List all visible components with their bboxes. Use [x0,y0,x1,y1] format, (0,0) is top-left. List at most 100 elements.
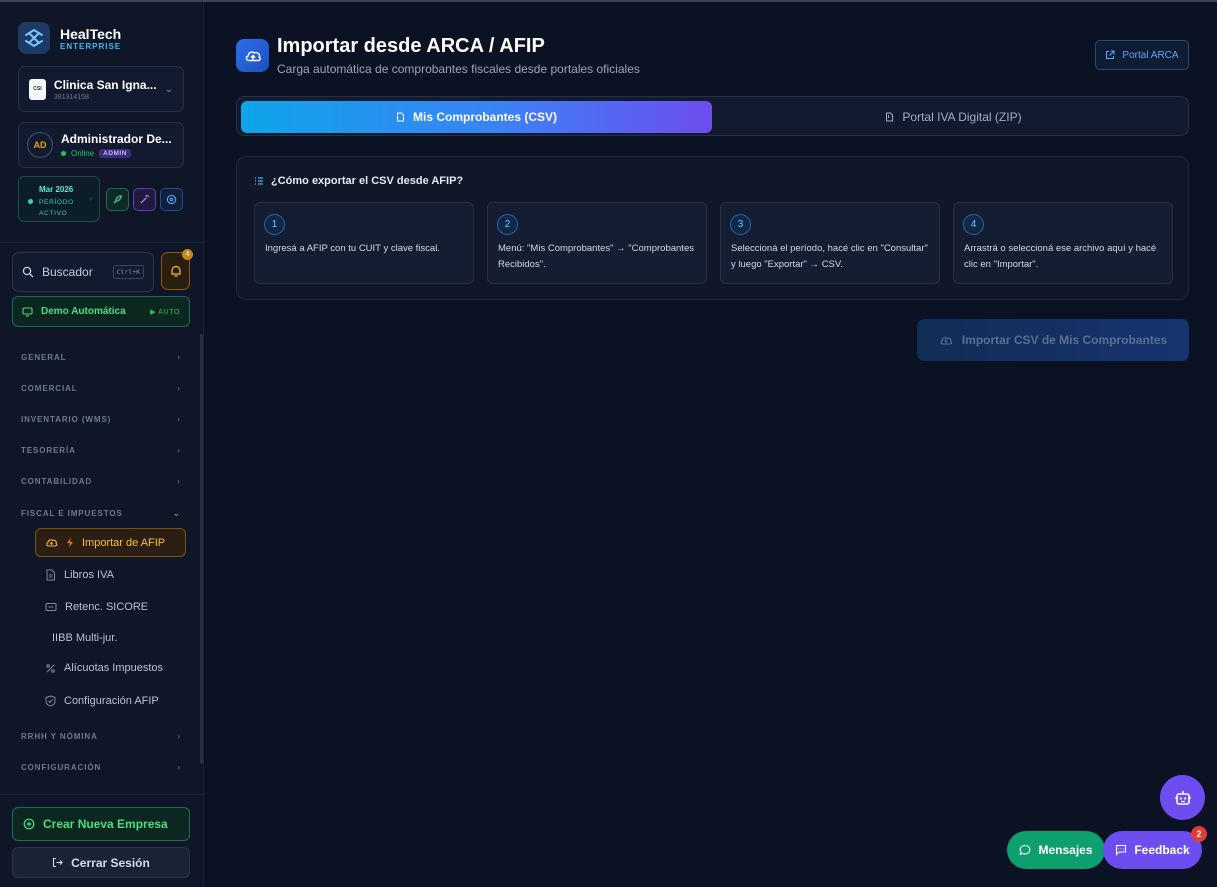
rocket-button[interactable] [106,188,129,211]
create-company-button[interactable]: Crear Nueva Empresa [12,807,190,841]
chevron-right-icon: › [177,762,181,772]
nav-item-label: Configuración AFIP [64,695,159,707]
demo-auto-button[interactable]: Demo Automática ▶ AUTO [12,296,190,327]
nav-item-importar-afip[interactable]: Importar de AFIP [35,528,186,557]
company-logo: CSI [29,78,46,100]
nav-item-label: Alícuotas Impuestos [64,662,164,674]
nav-section-tesoreria[interactable]: TESORERÍA › [21,445,181,455]
archive-icon [886,112,894,122]
company-name: Clinica San Igna... [53,77,157,92]
create-company-label: Crear Nueva Empresa [43,817,168,831]
chevron-right-icon: › [177,731,181,741]
chevron-right-icon: › [177,352,181,362]
sidebar: HealTech ENTERPRISE CSI Clinica San Igna… [0,2,204,887]
notifications-button[interactable]: 4 [161,249,193,290]
logout-icon [53,857,63,868]
search-icon [22,266,34,278]
tab-label: Mis Comprobantes (CSV) [412,110,557,124]
nav-section-comercial[interactable]: COMERCIAL › [21,383,181,393]
instructions-panel: ¿Cómo exportar el CSV desde AFIP? 1 Ingr… [236,156,1189,300]
nav-item-alicuotas[interactable]: Alícuotas Impuestos [45,662,163,674]
tab-portal-iva[interactable]: Portal IVA Digital (ZIP) [721,101,1186,133]
rocket-icon [113,195,122,204]
tab-label: Portal IVA Digital (ZIP) [902,110,1022,124]
period-label: PERÍODO ACTIVO [39,199,74,217]
step-number: 2 [497,214,518,235]
online-status-icon [61,151,66,156]
document-icon [46,569,55,581]
nav-item-iibb[interactable]: IIBB Multi-jur. [52,632,117,644]
brand-name: HealTech [60,25,122,42]
role-badge: ADMIN [99,149,131,158]
demo-mode: ▶ AUTO [150,308,180,316]
feedback-button[interactable]: Feedback [1103,831,1202,869]
instruction-step: 4 Arrastrá o seleccioná ese archivo aquí… [953,202,1173,284]
assistant-bot-button[interactable] [1160,775,1205,820]
help-button[interactable] [160,188,183,211]
cloud-upload-icon [46,539,58,547]
feedback-count-badge: 2 [1191,826,1207,842]
search-button[interactable]: Buscador Ctrl+K [12,252,154,292]
page-subtitle: Carga automática de comprobantes fiscale… [277,62,640,76]
period-status-icon [28,199,33,204]
notification-count: 4 [182,249,193,260]
period-month: Mar 2026 [39,185,74,194]
brand-edition: ENTERPRISE [60,41,122,51]
nav-item-config-afip[interactable]: Configuración AFIP [45,695,159,707]
search-shortcut: Ctrl+K [112,265,144,279]
instruction-step: 1 Ingresá a AFIP con tu CUIT y clave fis… [254,202,474,284]
avatar: AD [27,132,53,158]
chevron-right-icon: › [177,383,181,393]
import-source-tabs: Mis Comprobantes (CSV) Portal IVA Digita… [236,96,1189,136]
tab-mis-comprobantes[interactable]: Mis Comprobantes (CSV) [241,101,712,133]
sidebar-divider [0,242,203,243]
chevron-down-icon: ⌄ [164,83,173,95]
nav-section-contabilidad[interactable]: CONTABILIDAD › [21,476,181,486]
nav-section-rrhh[interactable]: RRHH Y NÓMINA › [21,731,181,741]
message-square-icon [1116,844,1127,856]
nav-item-label: IIBB Multi-jur. [52,632,118,644]
nav-item-retenc-sicore[interactable]: Retenc. SICORE [45,601,148,613]
portal-arca-button[interactable]: Portal ARCA [1095,40,1189,70]
healtech-logo-icon [18,22,50,54]
import-csv-button[interactable]: Importar CSV de Mis Comprobantes [917,319,1189,361]
chevron-right-icon: › [177,476,181,486]
nav-item-libros-iva[interactable]: Libros IVA [45,569,114,581]
brand[interactable]: HealTech ENTERPRISE [18,22,121,54]
chevron-right-icon: › [177,414,181,424]
logout-label: Cerrar Sesión [71,855,150,870]
cloud-upload-icon [940,337,952,345]
chevron-right-icon: › [177,445,181,455]
shield-icon [45,695,56,707]
magic-wand-icon [140,194,150,204]
user-status: Online [71,149,95,158]
active-period-selector[interactable]: Mar 2026 PERÍODO ACTIVO › [18,176,100,222]
nav-section-fiscal[interactable]: FISCAL E IMPUESTOS ⌄ [21,508,181,519]
company-id: 381314158 [53,93,89,101]
step-text: Menú: "Mis Comprobantes" → "Comprobantes… [498,243,694,270]
bell-icon [170,265,181,277]
logout-button[interactable]: Cerrar Sesión [12,847,190,878]
nav-section-configuracion[interactable]: CONFIGURACIÓN › [21,762,181,772]
chevron-down-icon: ⌄ [172,508,181,518]
monitor-icon [22,306,33,317]
step-number: 1 [264,214,285,235]
chat-icon [1019,844,1031,856]
help-icon [166,194,177,205]
company-selector[interactable]: CSI Clinica San Igna... 381314158 ⌄ [18,66,184,112]
magic-button[interactable] [133,188,156,211]
sidebar-scrollbar[interactable] [200,334,203,764]
percent-icon [46,663,55,673]
plus-circle-icon [23,818,35,830]
user-card[interactable]: AD Administrador De... Online ADMIN [18,122,184,168]
nav-section-inventario[interactable]: INVENTARIO (WMS) › [21,414,181,424]
messages-button[interactable]: Mensajes [1007,831,1105,869]
list-icon [255,177,263,185]
nav-item-label: Retenc. SICORE [65,601,149,613]
nav-item-label: Libros IVA [64,569,114,581]
nav-section-general[interactable]: GENERAL › [21,352,181,362]
messages-label: Mensajes [1038,843,1093,857]
robot-icon [1174,790,1191,805]
step-number: 3 [730,214,751,235]
lightning-icon [67,537,73,548]
